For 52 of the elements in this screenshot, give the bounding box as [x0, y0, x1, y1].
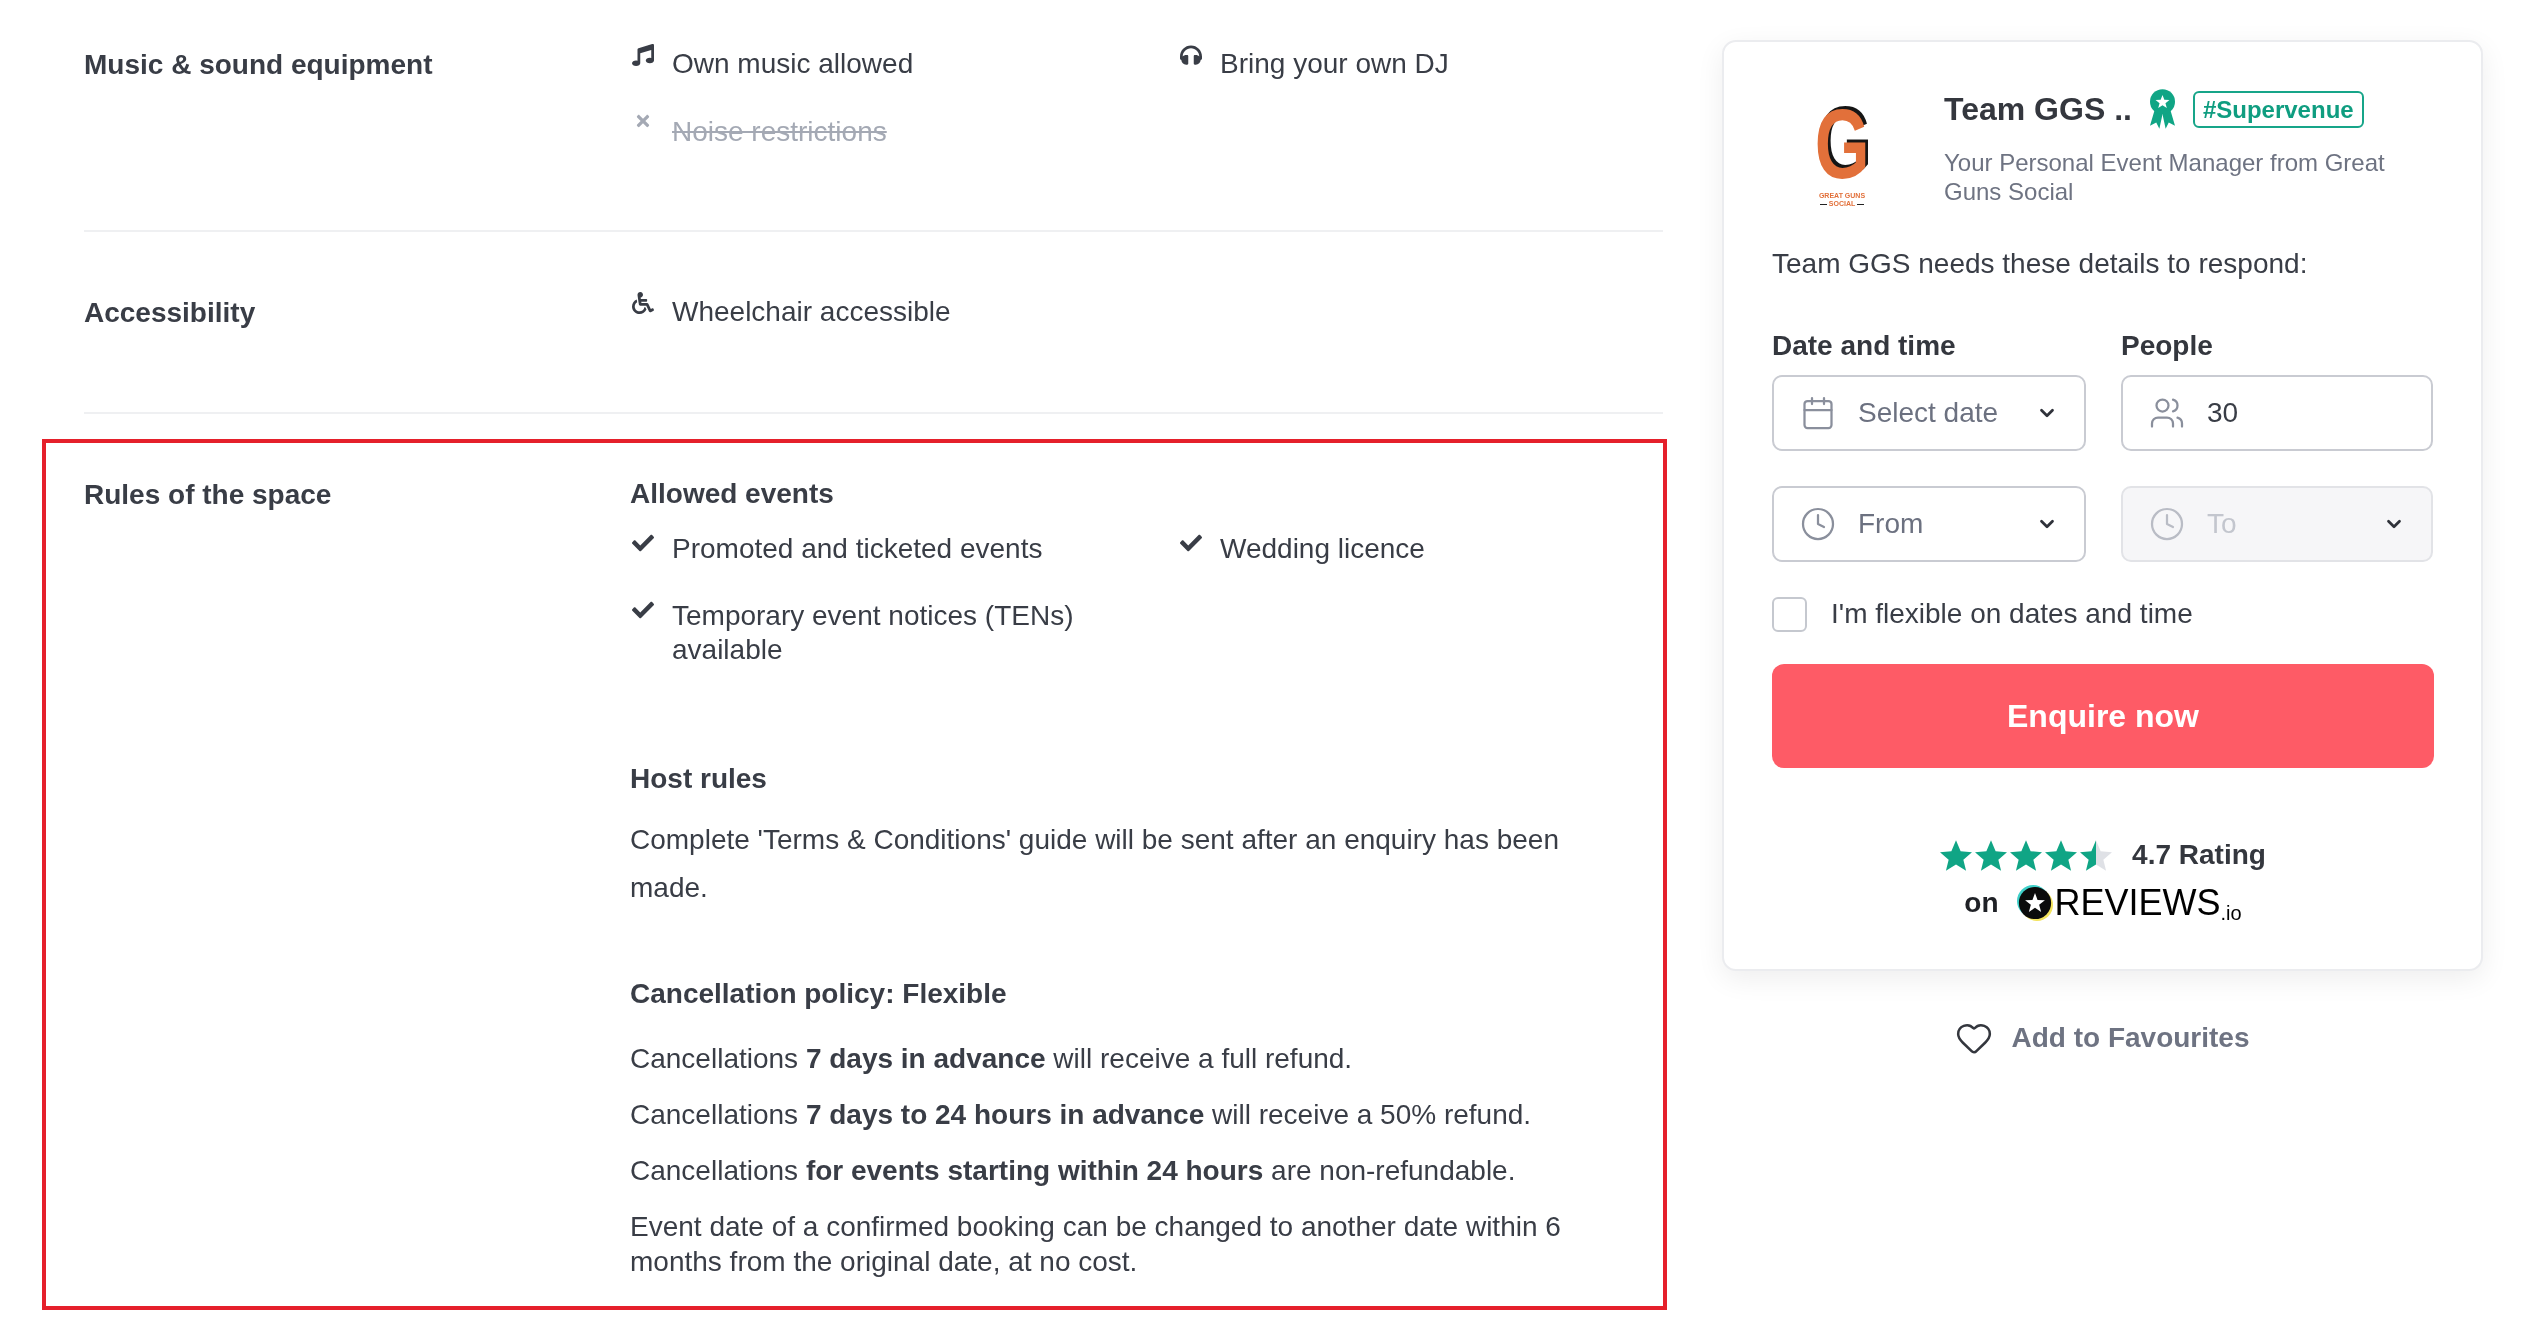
rule-heading: Cancellation policy: Flexible — [630, 977, 1007, 1011]
enquire-button[interactable]: Enquire now — [1772, 664, 2434, 768]
star-icon — [2080, 839, 2113, 871]
policy-text: Cancellations 7 days in advance will receive a full refund. — [630, 1042, 1354, 1076]
feature-label: Noise restrictions — [672, 115, 887, 149]
feature-label: Wheelchair accessible — [672, 295, 951, 329]
policy-text: Cancellations for events starting within 24 hours are non-refundable. — [630, 1154, 1517, 1188]
check-icon — [632, 532, 654, 554]
rating-on-text: on — [1964, 886, 1999, 920]
time-select[interactable]: From — [1772, 486, 2086, 562]
logo-letter: G — [1814, 100, 1870, 188]
award-ribbon-icon — [2149, 88, 2175, 130]
feature-label: Temporary event notices (TENs) available — [672, 599, 1075, 667]
policy-text: Cancellations 7 days to 24 hours in advance will receive a 50% refund. — [630, 1098, 1533, 1132]
host-subtitle: Your Personal Event Manager from Great Guns Social — [1944, 148, 2386, 206]
add-to-favourites-button[interactable]: Add to Favourites — [1955, 1018, 2250, 1058]
section-label: Accessibility — [84, 297, 256, 328]
rule-text: Complete 'Terms & Conditions' guide will be sent after an enquiry has been made. — [630, 823, 1560, 905]
host-name: Team GGS .. — [1944, 90, 2132, 129]
field-label: People — [2121, 329, 2214, 363]
rule-heading: Allowed events — [630, 477, 834, 511]
check-icon — [1180, 532, 1202, 554]
feature-label: Promoted and ticketed events — [672, 532, 1043, 566]
feature-label: Bring your own DJ — [1220, 47, 1449, 81]
reviews-logo-text: REVIEWS$_{.io}$ — [2054, 883, 2242, 923]
flexible-checkbox[interactable] — [1772, 596, 1807, 632]
check-icon — [632, 599, 654, 621]
supervenue-badge: #Supervenue — [2192, 90, 2364, 128]
feature-label: Wedding licence — [1220, 532, 1425, 566]
section-label: Music & sound equipment — [84, 49, 433, 80]
rule-heading: Host rules — [630, 762, 767, 796]
field-label: Date and time — [1772, 329, 1957, 363]
section-label: Rules of the space — [84, 479, 332, 510]
people-input[interactable]: 30 — [2121, 375, 2433, 451]
intro-text: Team GGS needs these details to respond: — [1772, 247, 2309, 281]
calendar-icon — [1800, 395, 1836, 431]
rating-text: 4.7 Rating — [2132, 838, 2266, 872]
date-select[interactable]: Select date — [1772, 375, 2086, 451]
headphones-icon — [1180, 44, 1202, 66]
star-icon — [1975, 839, 2008, 871]
wheelchair-icon — [632, 292, 654, 314]
star-icon — [2045, 839, 2078, 871]
star-icon — [1940, 839, 1973, 871]
checkbox-label[interactable]: I'm flexible on dates and time — [1831, 594, 2193, 634]
star-circle-icon — [2016, 885, 2053, 921]
clock-icon — [1800, 506, 1836, 542]
star-icon — [2010, 839, 2043, 871]
policy-text: Event date of a confirmed booking can be changed to another date within 6 months from the original date, at no cost. — [630, 1210, 1562, 1279]
cross-icon — [634, 112, 652, 130]
clock-icon — [2149, 506, 2185, 542]
feature-label: Own music allowed — [672, 47, 914, 81]
music-note-icon — [632, 44, 654, 66]
